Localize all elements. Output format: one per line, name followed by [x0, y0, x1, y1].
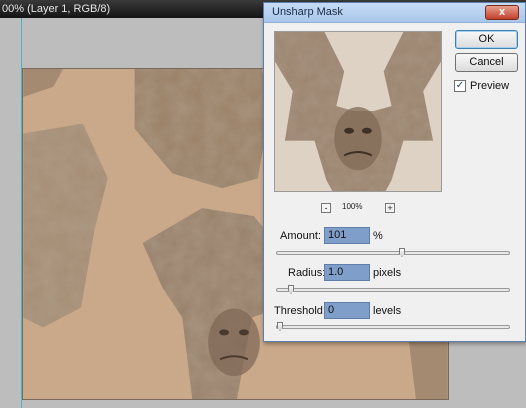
- zoom-in-button[interactable]: +: [385, 203, 395, 213]
- ok-button[interactable]: OK: [455, 30, 518, 49]
- unsharp-mask-dialog: Unsharp Mask x OK Cancel ✓ Preview - 100…: [263, 2, 526, 342]
- checkmark-icon: ✓: [455, 80, 465, 91]
- zoom-level: 100%: [342, 202, 363, 211]
- amount-slider[interactable]: [276, 248, 510, 257]
- close-button[interactable]: x: [485, 5, 519, 20]
- radius-unit: pixels: [373, 267, 402, 279]
- threshold-label: Threshold:: [274, 305, 326, 317]
- zoom-out-button[interactable]: -: [321, 203, 331, 213]
- radius-slider[interactable]: [276, 285, 510, 294]
- threshold-slider-thumb[interactable]: [277, 322, 283, 331]
- cancel-button[interactable]: Cancel: [455, 53, 518, 72]
- amount-slider-thumb[interactable]: [399, 248, 405, 257]
- radius-slider-thumb[interactable]: [288, 285, 294, 294]
- preview-label[interactable]: Preview: [470, 80, 509, 92]
- amount-label: Amount:: [280, 230, 321, 242]
- dialog-title: Unsharp Mask: [272, 6, 343, 18]
- threshold-unit: levels: [373, 305, 402, 317]
- amount-field[interactable]: 101: [324, 227, 370, 244]
- document-title: 00% (Layer 1, RGB/8): [2, 3, 111, 15]
- preview-window[interactable]: [274, 31, 442, 192]
- preview-checkbox[interactable]: ✓: [454, 80, 466, 92]
- preview-image: [275, 32, 441, 191]
- radius-label: Radius:: [288, 267, 326, 279]
- threshold-slider[interactable]: [276, 322, 510, 331]
- amount-unit: %: [373, 230, 383, 242]
- dialog-title-bar[interactable]: Unsharp Mask x: [264, 3, 525, 23]
- radius-field[interactable]: 1.0: [324, 264, 370, 281]
- threshold-field[interactable]: 0: [324, 302, 370, 319]
- close-icon: x: [498, 6, 506, 18]
